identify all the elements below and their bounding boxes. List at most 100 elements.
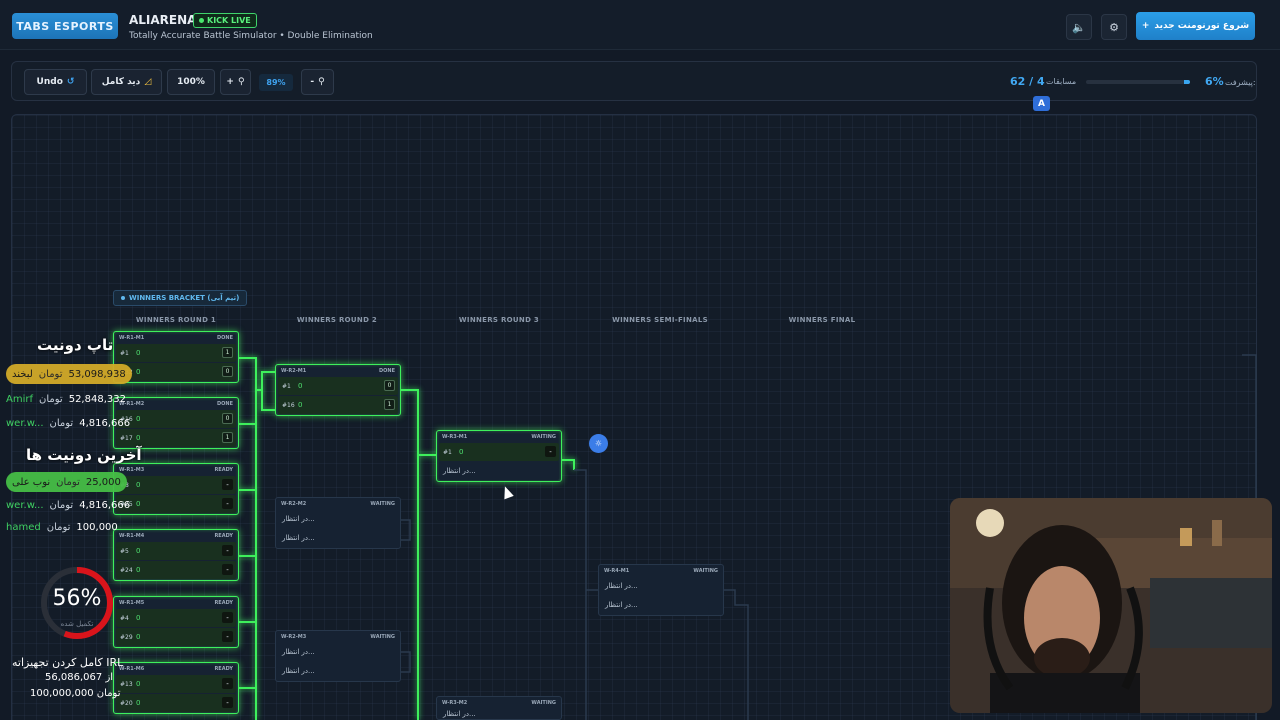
- zoom-reset-button[interactable]: 100%: [167, 69, 215, 95]
- donor-name: نوب علی: [12, 476, 51, 488]
- score-box[interactable]: 1: [222, 432, 233, 443]
- match-slot[interactable]: #4 0 -: [116, 609, 236, 627]
- sound-button[interactable]: 🔈: [1066, 14, 1092, 40]
- match-card[interactable]: W-R1-M6 READY #13 0- #20 0-: [113, 662, 239, 714]
- round-title: WINNERS FINAL: [788, 316, 856, 324]
- waiting-label: در انتظار...: [282, 648, 315, 656]
- match-card[interactable]: W-R1-M5 READY #4 0- #29 0-: [113, 596, 239, 648]
- match-slot[interactable]: #1 0 0: [278, 377, 398, 395]
- match-slot[interactable]: در انتظار...: [601, 596, 721, 614]
- match-status: DONE: [378, 368, 395, 374]
- minus-button[interactable]: -: [222, 479, 233, 490]
- match-slot[interactable]: در انتظار...: [278, 643, 398, 661]
- waiting-label: در انتظار...: [282, 667, 315, 675]
- score-box[interactable]: 0: [222, 413, 233, 424]
- seed: #20: [120, 699, 133, 707]
- logo-button[interactable]: TABS ESPORTS: [12, 13, 118, 39]
- match-status: WAITING: [370, 634, 395, 640]
- undo-button[interactable]: Undo ↺: [24, 69, 87, 95]
- match-slot[interactable]: در انتظار...: [278, 510, 398, 528]
- translate-icon[interactable]: A: [1033, 96, 1050, 111]
- score-indicator: 0: [298, 401, 303, 409]
- match-card[interactable]: W-R2-M3 WAITING در انتظار... در انتظار...: [275, 630, 401, 682]
- donor-currency: تومان: [49, 417, 74, 429]
- zoom-out-button[interactable]: - ⚲: [301, 69, 334, 95]
- match-id: W-R2-M2: [281, 501, 307, 507]
- donor-name: hamed: [6, 521, 41, 533]
- match-slot[interactable]: #25 0-: [116, 495, 236, 513]
- recent-donors-title: آخرین دونیت ها: [26, 446, 142, 464]
- score-indicator: 0: [136, 614, 141, 622]
- match-slot[interactable]: #24 0 -: [116, 561, 236, 579]
- minus-button[interactable]: -: [545, 446, 556, 457]
- match-slot[interactable]: در انتظار...: [278, 662, 398, 680]
- match-id: W-R1-M4: [119, 533, 145, 539]
- settings-button[interactable]: ⚙: [1101, 14, 1127, 40]
- match-id: W-R2-M1: [281, 368, 307, 374]
- minus-button[interactable]: -: [222, 678, 233, 689]
- match-slot[interactable]: در انتظار...: [439, 709, 559, 719]
- minus-button[interactable]: -: [222, 498, 233, 509]
- donor-row: نوب علی تومان 25,000: [6, 472, 127, 492]
- match-slot[interactable]: #16 0 1: [278, 396, 398, 414]
- match-slot[interactable]: #1 0 -: [439, 443, 559, 461]
- match-card[interactable]: W-R3-M1 WAITING #1 0 - در انتظار...: [436, 430, 562, 482]
- match-slot[interactable]: #17 0 1: [116, 429, 236, 447]
- match-slot[interactable]: در انتظار...: [278, 529, 398, 547]
- match-card[interactable]: W-R4-M1 WAITING در انتظار... در انتظار...: [598, 564, 724, 616]
- webcam-overlay: [950, 498, 1272, 713]
- minus-button[interactable]: -: [222, 612, 233, 623]
- match-slot[interactable]: #29 0 -: [116, 628, 236, 646]
- donor-currency: تومان: [56, 476, 80, 488]
- match-card[interactable]: W-R2-M1 DONE #1 0 0 #16 0 1: [275, 364, 401, 416]
- match-card[interactable]: W-R1-M2 DONE #16 0 0 #17 0 1: [113, 397, 239, 449]
- goal-target: 100,000,000 تومان: [30, 688, 121, 699]
- match-card[interactable]: W-R1-M3READY #80- #250-: [113, 463, 239, 515]
- match-slot[interactable]: در انتظار...: [601, 577, 721, 595]
- round-title: WINNERS ROUND 1: [135, 316, 217, 324]
- score-box[interactable]: 0: [222, 366, 233, 377]
- match-card[interactable]: W-R3-M2 WAITING در انتظار...: [436, 696, 562, 720]
- full-view-button[interactable]: دید کامل ◿: [91, 69, 162, 95]
- score-indicator: 0: [136, 434, 141, 442]
- match-slot[interactable]: #3200: [116, 363, 236, 381]
- progress-percent: 6%: [1205, 75, 1224, 88]
- minus-button[interactable]: -: [222, 545, 233, 556]
- minus-button[interactable]: -: [222, 697, 233, 708]
- waiting-label: در انتظار...: [605, 601, 638, 609]
- match-card[interactable]: W-R2-M2 WAITING در انتظار... در انتظار...: [275, 497, 401, 549]
- minus-button[interactable]: -: [222, 631, 233, 642]
- score-indicator: 0: [459, 448, 464, 456]
- match-id: W-R1-M5: [119, 600, 145, 606]
- seed: #4: [120, 614, 129, 622]
- match-card[interactable]: W-R1-M4 READY #5 0- #24 0-: [113, 529, 239, 581]
- waiting-label: در انتظار...: [443, 467, 476, 475]
- match-slot[interactable]: #20 0 -: [116, 694, 236, 712]
- score-indicator: 0: [136, 368, 141, 376]
- round-title: WINNERS ROUND 3: [458, 316, 540, 324]
- donor-name: لبخند: [12, 368, 33, 380]
- undo-icon: ↺: [66, 77, 75, 87]
- match-card[interactable]: W-R1-M1DONE #101 #3200: [113, 331, 239, 383]
- progress-fill: [1183, 80, 1190, 84]
- seed: #17: [120, 434, 133, 442]
- app-header: TABS ESPORTS ALIARENA KICK LIVE Totally …: [0, 0, 1280, 50]
- match-slot[interactable]: #80-: [116, 476, 236, 494]
- match-slot[interactable]: #5 0 -: [116, 542, 236, 560]
- score-box[interactable]: 1: [384, 399, 395, 410]
- goal-title: کامل کردن تجهیزاته IRL: [12, 656, 124, 669]
- score-box[interactable]: 1: [222, 347, 233, 358]
- translate-bubble-icon[interactable]: ☼: [589, 434, 608, 453]
- magnifier-icon: ⚲: [318, 77, 325, 87]
- minus-button[interactable]: -: [222, 564, 233, 575]
- goal-progress-text: 56,086,067 از: [45, 672, 114, 683]
- match-slot[interactable]: در انتظار...: [439, 462, 559, 480]
- match-slot[interactable]: #13 0 -: [116, 675, 236, 693]
- match-slot[interactable]: #16 0 0: [116, 410, 236, 428]
- match-slot[interactable]: #1 0 1: [116, 344, 236, 362]
- score-box[interactable]: 0: [384, 380, 395, 391]
- zoom-in-button[interactable]: + ⚲: [220, 69, 251, 95]
- new-tournament-button[interactable]: + شروع تورنومنت جدید: [1136, 12, 1255, 40]
- score-indicator: 0: [136, 415, 141, 423]
- match-id: W-R3-M1: [442, 434, 468, 440]
